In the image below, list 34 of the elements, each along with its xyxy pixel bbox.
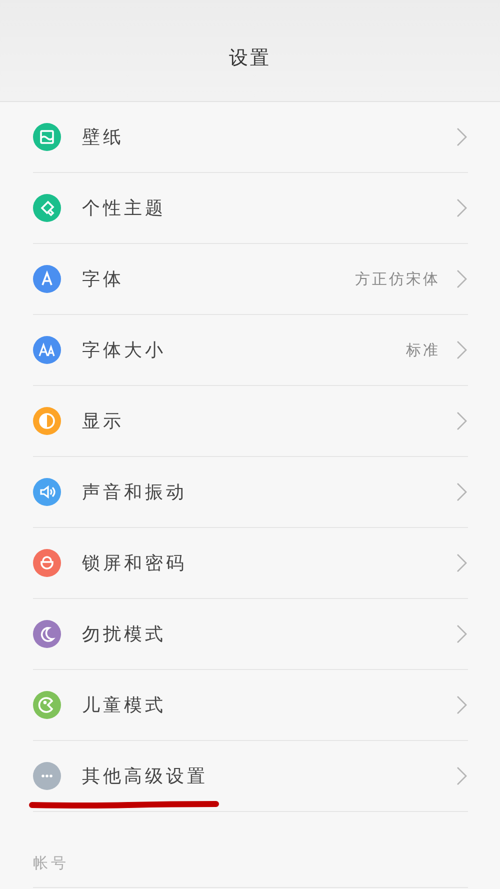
chevron-right-icon: [456, 198, 468, 218]
settings-item[interactable]: 显示: [33, 386, 468, 457]
chevron-right-icon: [456, 482, 468, 502]
section-title: 帐号: [33, 854, 69, 873]
settings-item[interactable]: 声音和振动: [33, 457, 468, 528]
item-value: 标准: [406, 340, 440, 360]
item-label: 其他高级设置: [82, 765, 209, 788]
item-label: 字体: [82, 268, 125, 291]
chevron-right-icon: [456, 269, 468, 289]
item-label: 显示: [82, 410, 125, 433]
settings-item[interactable]: 勿扰模式: [33, 599, 468, 670]
chevron-right-icon: [456, 411, 468, 431]
chevron-right-icon: [456, 695, 468, 715]
settings-item[interactable]: 壁纸: [33, 102, 468, 173]
item-label: 锁屏和密码: [82, 552, 188, 575]
settings-item[interactable]: 锁屏和密码: [33, 528, 468, 599]
chevron-right-icon: [456, 340, 468, 360]
item-value: 方正仿宋体: [355, 270, 440, 288]
item-label: 儿童模式: [82, 694, 167, 717]
settings-item[interactable]: 个性主题: [33, 173, 468, 244]
chevron-right-icon: [456, 766, 468, 786]
item-label: 字体大小: [82, 339, 167, 362]
settings-item[interactable]: 字体大小 标准: [33, 315, 468, 386]
settings-item[interactable]: 字体 方正仿宋体: [33, 244, 468, 315]
settings-item[interactable]: 儿童模式: [33, 670, 468, 741]
chevron-right-icon: [456, 553, 468, 573]
item-label: 壁纸: [82, 126, 125, 149]
settings-item[interactable]: 其他高级设置: [33, 741, 468, 812]
page-title: 设置: [229, 46, 271, 70]
item-label: 勿扰模式: [82, 623, 167, 646]
chevron-right-icon: [456, 624, 468, 644]
item-label: 声音和振动: [82, 481, 188, 504]
chevron-right-icon: [456, 127, 468, 147]
item-label: 个性主题: [82, 197, 167, 220]
